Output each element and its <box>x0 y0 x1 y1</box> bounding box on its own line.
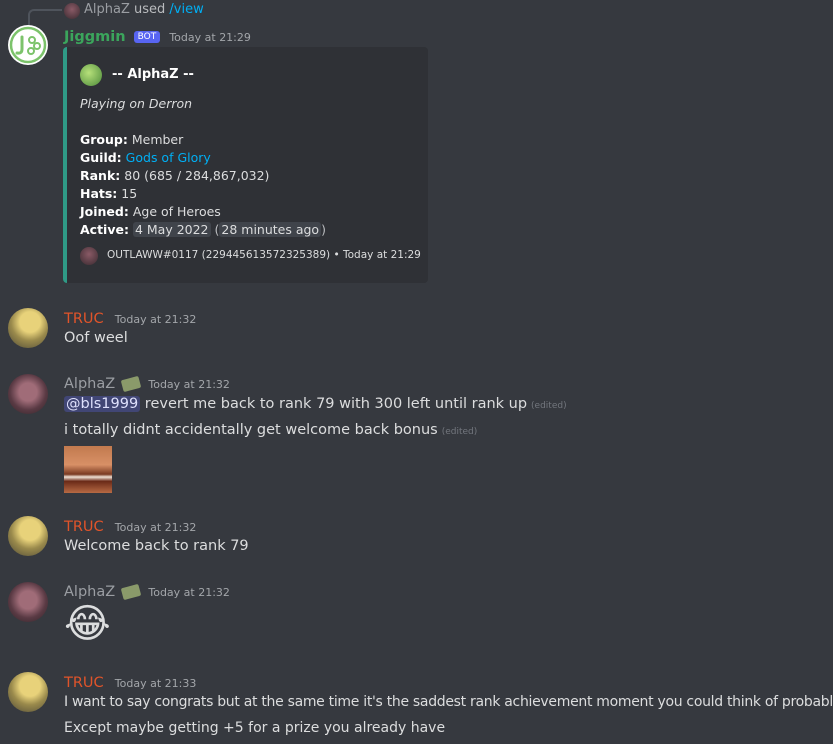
message-timestamp: Today at 21:32 <box>114 521 197 534</box>
field-rank-label: Rank: <box>80 168 121 183</box>
field-active: Active: 4 May 2022 (28 minutes ago) <box>80 222 326 237</box>
message-header: AlphaZ Today at 21:32 <box>64 373 230 392</box>
author-alphaz[interactable]: AlphaZ <box>64 376 115 392</box>
embed-footer: OUTLAWW#0117 (229445613572325389) • Toda… <box>107 249 421 261</box>
truc-avatar[interactable] <box>8 672 48 712</box>
field-group-label: Group: <box>80 132 128 147</box>
author-alphaz[interactable]: AlphaZ <box>64 584 115 600</box>
message-timestamp: Today at 21:32 <box>114 313 197 326</box>
field-hats-label: Hats: <box>80 186 118 201</box>
field-hats-value: 15 <box>121 186 138 201</box>
message-text: Except maybe getting +5 for a prize you … <box>64 720 446 736</box>
message-text: Welcome back to rank 79 <box>64 538 249 554</box>
field-active-label: Active: <box>80 222 129 237</box>
message-timestamp: Today at 21:33 <box>114 677 197 690</box>
alphaz-avatar[interactable] <box>8 374 48 414</box>
bot-timestamp: Today at 21:29 <box>169 31 251 44</box>
reply-user[interactable]: AlphaZ <box>84 2 130 17</box>
edited-tag: (edited) <box>441 427 478 437</box>
jiggmin-logo-icon <box>9 26 47 64</box>
reply-avatar[interactable] <box>64 3 80 19</box>
truc-avatar[interactable] <box>8 516 48 556</box>
reply-used: used <box>134 2 166 17</box>
message-header: TRUC Today at 21:32 <box>64 516 196 535</box>
message-body: revert me back to rank 79 with 300 left … <box>140 396 528 412</box>
field-group: Group: Member <box>80 132 183 147</box>
message-text: I want to say congrats but at the same t… <box>64 694 833 710</box>
profile-embed: -- AlphaZ -- Playing on Derron Group: Me… <box>63 47 428 283</box>
active-relative-chip[interactable]: 28 minutes ago <box>219 222 322 237</box>
truc-avatar[interactable] <box>8 308 48 348</box>
field-group-value: Member <box>131 132 184 147</box>
message-text: Oof weel <box>64 330 128 346</box>
message-timestamp: Today at 21:32 <box>148 586 230 599</box>
guild-link[interactable]: Gods of Glory <box>126 150 211 165</box>
embed-author-icon <box>80 64 102 86</box>
bot-header: Jiggmin BOT Today at 21:29 <box>64 26 251 45</box>
field-joined-value: Age of Heroes <box>132 204 221 219</box>
reply-line: AlphaZ used /view <box>84 2 204 17</box>
field-rank: Rank: 80 (685 / 284,867,032) <box>80 168 269 183</box>
reply-command[interactable]: /view <box>169 2 203 17</box>
tears-of-joy-emoji[interactable]: 😂 <box>64 600 111 648</box>
footer-icon <box>80 247 98 265</box>
author-truc[interactable]: TRUC <box>64 675 104 691</box>
active-date-chip[interactable]: 4 May 2022 <box>132 222 211 237</box>
message-text: @bls1999 revert me back to rank 79 with … <box>64 396 567 412</box>
field-guild-label: Guild: <box>80 150 122 165</box>
money-icon <box>121 583 142 600</box>
bot-badge: BOT <box>133 31 161 43</box>
bot-author[interactable]: Jiggmin <box>64 29 126 45</box>
message-header: TRUC Today at 21:32 <box>64 308 196 327</box>
laughing-man-image[interactable] <box>64 446 112 493</box>
field-joined-label: Joined: <box>80 204 129 219</box>
jiggmin-avatar[interactable] <box>8 25 48 65</box>
field-joined: Joined: Age of Heroes <box>80 204 221 219</box>
field-hats: Hats: 15 <box>80 186 137 201</box>
field-guild: Guild: Gods of Glory <box>80 150 211 165</box>
embed-title: -- AlphaZ -- <box>112 67 194 82</box>
edited-tag: (edited) <box>531 401 567 411</box>
author-truc[interactable]: TRUC <box>64 311 104 327</box>
message-body: i totally didnt accidentally get welcome… <box>64 422 438 438</box>
embed-subtitle: Playing on Derron <box>80 96 193 111</box>
field-rank-value: 80 (685 / 284,867,032) <box>124 168 270 183</box>
alphaz-avatar[interactable] <box>8 582 48 622</box>
message-header: TRUC Today at 21:33 <box>64 672 196 691</box>
user-mention[interactable]: @bls1999 <box>64 396 141 412</box>
author-truc[interactable]: TRUC <box>64 519 104 535</box>
money-icon <box>121 375 142 392</box>
message-text: i totally didnt accidentally get welcome… <box>64 422 477 438</box>
message-header: AlphaZ Today at 21:32 <box>64 581 230 600</box>
message-timestamp: Today at 21:32 <box>148 378 230 391</box>
